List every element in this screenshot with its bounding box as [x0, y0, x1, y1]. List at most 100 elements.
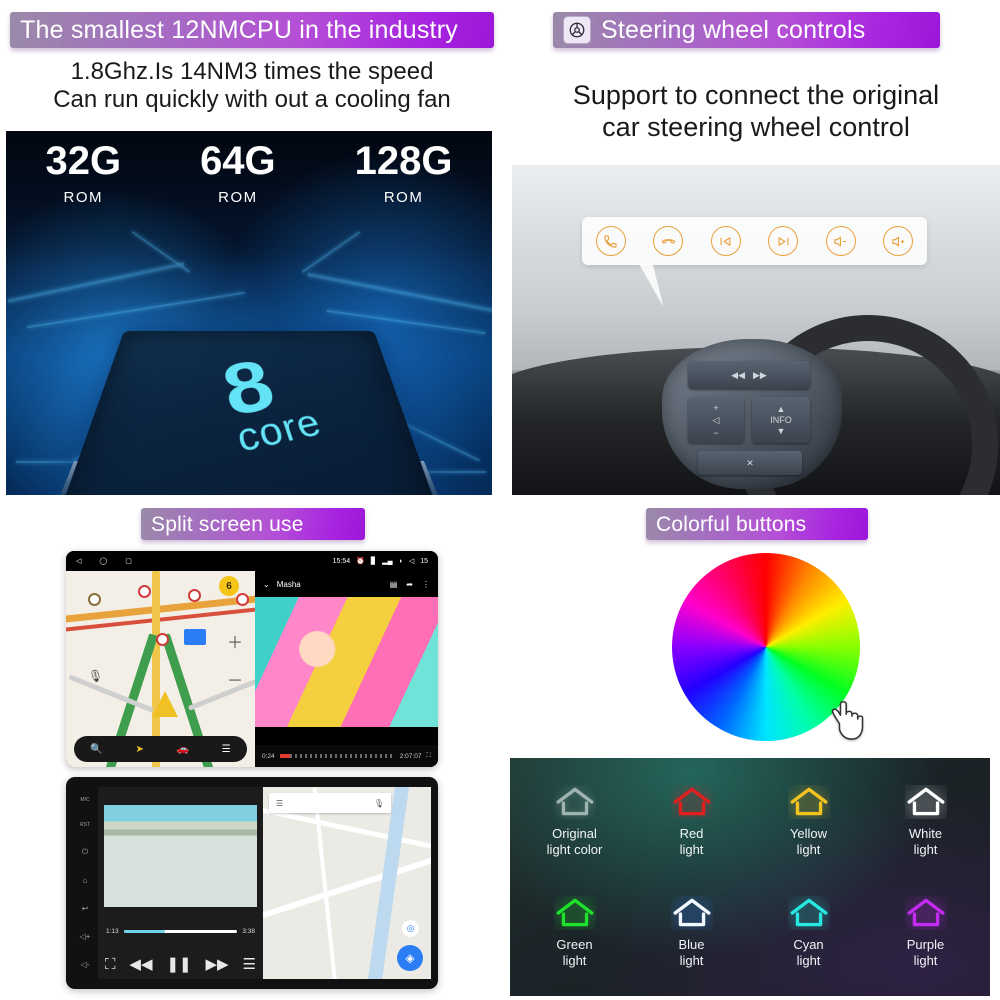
- equalizer-icon[interactable]: ☰: [243, 955, 256, 973]
- light-option[interactable]: Blue light: [633, 877, 750, 988]
- storage-options: 32G ROM 64G ROM 128G ROM: [6, 141, 492, 206]
- map-poi-marker[interactable]: [236, 593, 249, 606]
- storage-type: ROM: [383, 189, 424, 206]
- light-label-line2: light: [679, 953, 704, 968]
- map-toolbar: 🔍 ➤ 🚗 ☰: [74, 736, 247, 762]
- map-poi-marker[interactable]: [88, 593, 101, 606]
- house-icon: [556, 898, 593, 927]
- queue-icon[interactable]: ▤: [390, 580, 398, 589]
- colorful-buttons-banner-label: Colorful buttons: [656, 512, 807, 536]
- steering-description-line2: car steering wheel control: [602, 111, 910, 142]
- light-label-line1: White: [908, 826, 943, 842]
- map-search-bar[interactable]: ☰ 🎙: [269, 793, 391, 813]
- steering-banner-label: Steering wheel controls: [601, 15, 866, 44]
- fullscreen-icon[interactable]: ⛶: [105, 956, 116, 973]
- storage-capacity: 32G: [45, 139, 122, 183]
- house-icon: [556, 787, 593, 816]
- light-label: Yellow light: [790, 826, 827, 858]
- player-controls: ⛶ ◀◀ ❚❚ ▶▶ ☰: [98, 955, 263, 974]
- player-progress[interactable]: 1:13 3:38: [106, 928, 255, 935]
- pause-icon[interactable]: ❚❚: [166, 955, 191, 973]
- map-zoom-in-icon[interactable]: ＋: [227, 629, 243, 653]
- home-icon[interactable]: ⌂: [83, 876, 88, 885]
- volume-down-icon[interactable]: ◁-: [81, 960, 90, 969]
- video-seek-track[interactable]: [279, 754, 395, 758]
- share-icon[interactable]: ➦: [406, 580, 413, 589]
- light-option[interactable]: White light: [867, 766, 984, 877]
- light-label-line1: Purple: [906, 937, 945, 953]
- map-zoom-out-icon[interactable]: －: [227, 667, 243, 691]
- light-label-line1: Green: [556, 937, 593, 953]
- cpu-photo: 32G ROM 64G ROM 128G ROM 8 core: [6, 131, 492, 495]
- core-label: core: [233, 401, 328, 460]
- steering-wheel-button-pad: ◀◀ ▶▶ + ◁ − ▲ INFO ▼ ✕: [662, 339, 842, 489]
- light-option[interactable]: Red light: [633, 766, 750, 877]
- recents-icon[interactable]: ▢: [125, 557, 132, 565]
- storage-type: ROM: [63, 189, 104, 206]
- video-header-actions: ▤ ➦ ⋮: [390, 580, 430, 589]
- player-total-time: 3:38: [242, 928, 255, 935]
- light-label: Green light: [556, 937, 592, 969]
- chevron-down-icon[interactable]: ⌄: [263, 580, 270, 589]
- head-unit-top: ◁ ◯ ▢ 15:54 ⏰ ▊ ▂▄ ◗ ◁ 15 6 ＋ － 🎙 🔍 ➤ 🚗 …: [66, 551, 438, 767]
- video-total-time: 2:07:07: [399, 752, 422, 760]
- menu-icon[interactable]: ☰: [276, 799, 283, 808]
- car-icon[interactable]: 🚗: [177, 744, 189, 755]
- map-navigate-fab[interactable]: ◈: [397, 945, 423, 971]
- pad-volume-buttons[interactable]: + ◁ −: [688, 397, 744, 443]
- cpu-description-line1: 1.8Ghz.Is 14NM3 times the speed: [70, 58, 434, 85]
- search-icon[interactable]: 🔍: [90, 744, 102, 755]
- light-label: Red light: [680, 826, 704, 858]
- pad-track-buttons[interactable]: ◀◀ ▶▶: [688, 361, 810, 389]
- light-option[interactable]: Green light: [516, 877, 633, 988]
- bottom-unit-screen: 1:13 3:38 ⛶ ◀◀ ❚❚ ▶▶ ☰ ☰ 🎙 ◈ ◎: [98, 787, 431, 979]
- map-voice-icon[interactable]: 🎙: [88, 669, 103, 683]
- split-screen-banner-label: Split screen use: [151, 512, 304, 536]
- pad-mute-icon: ✕: [746, 457, 754, 468]
- light-label-line2: light: [562, 953, 587, 968]
- volume-down-icon: [825, 226, 856, 256]
- back-icon[interactable]: ◁: [76, 557, 81, 565]
- light-option[interactable]: Purple light: [867, 877, 984, 988]
- light-label-line1: Yellow: [789, 826, 828, 842]
- color-picker[interactable]: [672, 553, 864, 741]
- navigation-map-pane[interactable]: 6 ＋ － 🎙 🔍 ➤ 🚗 ☰: [66, 571, 255, 767]
- map-locate-icon[interactable]: ◎: [402, 920, 419, 937]
- volume-up-icon[interactable]: ◁+: [80, 932, 91, 941]
- map-poi-marker[interactable]: [188, 589, 201, 602]
- more-options-icon[interactable]: ⋮: [422, 580, 430, 589]
- side-key-mic-label[interactable]: MIC: [80, 797, 89, 803]
- light-option[interactable]: Original light color: [516, 766, 633, 877]
- light-option[interactable]: Yellow light: [750, 766, 867, 877]
- light-label: Cyan light: [793, 937, 823, 969]
- power-icon[interactable]: ⏻: [82, 847, 88, 857]
- map-poi-marker[interactable]: [156, 633, 169, 646]
- light-label: Purple light: [907, 937, 945, 969]
- head-unit-bottom: MIC RST ⏻ ⌂ ↩ ◁+ ◁- 1:13 3:38 ⛶ ◀◀ ❚❚ ▶▶…: [66, 777, 438, 989]
- pad-mute-button[interactable]: ✕: [698, 451, 802, 475]
- pad-info-buttons[interactable]: ▲ INFO ▼: [752, 397, 810, 443]
- menu-icon[interactable]: ☰: [222, 744, 231, 755]
- map-poi-marker[interactable]: [138, 585, 151, 598]
- video-player[interactable]: 1:13 3:38 ⛶ ◀◀ ❚❚ ▶▶ ☰: [98, 787, 263, 979]
- house-icon: [673, 787, 710, 816]
- back-icon[interactable]: ↩: [82, 904, 89, 913]
- video-player-pane[interactable]: ⌄ Masha ▤ ➦ ⋮ 0:24 2:07:07 ⛶: [255, 571, 438, 767]
- pad-down-icon: ▼: [776, 426, 786, 436]
- light-label-line1: Cyan: [793, 937, 824, 953]
- navigation-map-pane[interactable]: ☰ 🎙 ◈ ◎: [263, 787, 431, 979]
- video-progress-bar[interactable]: 0:24 2:07:07 ⛶: [255, 745, 438, 767]
- player-seek-track[interactable]: [123, 930, 238, 933]
- mic-icon[interactable]: 🎙: [374, 799, 384, 808]
- split-screen-banner: Split screen use: [141, 508, 365, 540]
- side-key-rst-label[interactable]: RST: [80, 822, 90, 828]
- light-option[interactable]: Cyan light: [750, 877, 867, 988]
- alarm-icon: ⏰: [356, 558, 365, 565]
- previous-icon[interactable]: ◀◀: [129, 955, 152, 973]
- navigate-icon[interactable]: ➤: [135, 744, 143, 755]
- fullscreen-icon[interactable]: ⛶: [426, 752, 431, 760]
- next-icon[interactable]: ▶▶: [206, 955, 229, 973]
- home-icon[interactable]: ◯: [99, 557, 107, 565]
- map-place-chip[interactable]: [184, 629, 206, 645]
- video-title: Masha: [276, 579, 301, 589]
